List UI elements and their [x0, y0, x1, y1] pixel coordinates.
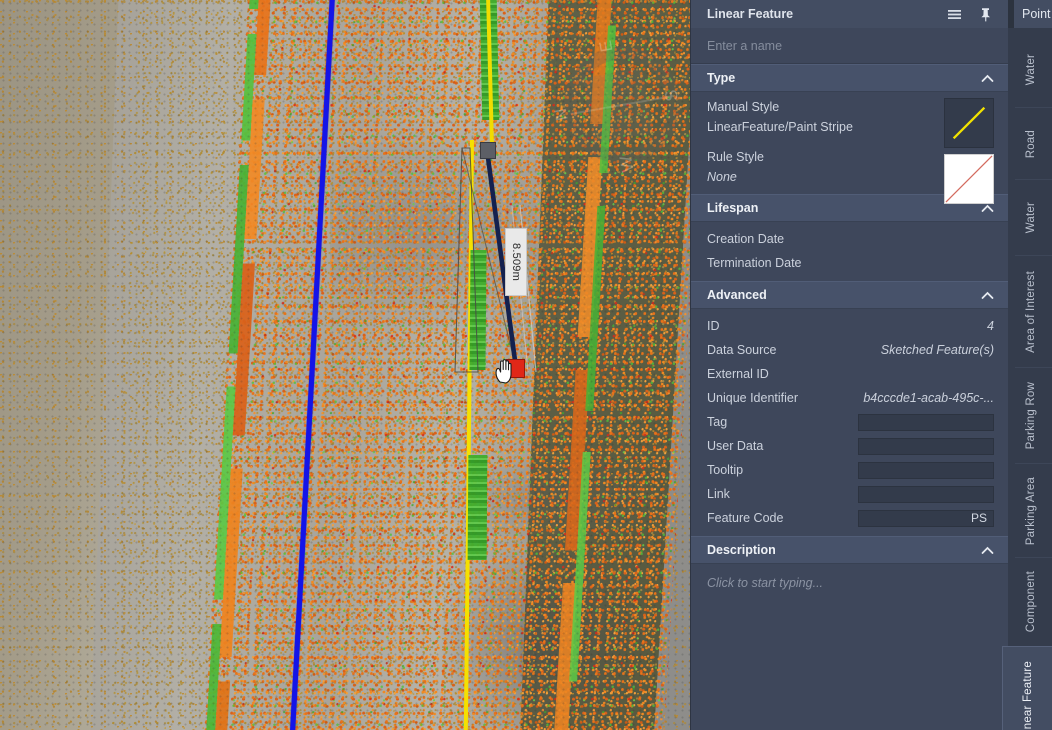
- manual-style-swatch[interactable]: [944, 98, 994, 148]
- property-label: Creation Date: [707, 232, 785, 246]
- point-cloud-map-viewport[interactable]: N S E W 8.509m: [0, 0, 690, 730]
- link-input[interactable]: [858, 485, 994, 503]
- section-header-advanced[interactable]: Advanced: [691, 281, 1008, 309]
- section-body-lifespan: Creation Date Termination Date: [691, 222, 1008, 281]
- application-window: N S E W 8.509m Linear Feature Enter a na…: [0, 0, 1052, 730]
- feature-type-tab-rail: Point Water Road Water Area of Interest: [1002, 0, 1052, 730]
- tab-area-of-interest[interactable]: Area of Interest: [1008, 256, 1052, 368]
- paint-stripe-preview-icon: [952, 106, 986, 140]
- property-value: Sketched Feature(s): [880, 343, 994, 357]
- section-body-advanced: ID 4 Data Source Sketched Feature(s) Ext…: [691, 309, 1008, 536]
- tab-water-1[interactable]: Water: [1008, 32, 1052, 108]
- tab-component[interactable]: Component: [1008, 558, 1052, 646]
- pushpin-icon[interactable]: [977, 6, 994, 23]
- section-title-lifespan: Lifespan: [707, 201, 759, 215]
- property-label: Tooltip: [707, 463, 744, 477]
- description-placeholder: Click to start typing...: [707, 576, 824, 590]
- tab-parking-area[interactable]: Parking Area: [1008, 464, 1052, 558]
- property-row-user-data[interactable]: User Data: [691, 434, 1008, 458]
- property-label: Feature Code: [707, 511, 784, 525]
- tab-label: Component: [1024, 571, 1037, 633]
- property-label: External ID: [707, 367, 769, 381]
- property-value: 4: [987, 319, 994, 333]
- property-row-id: ID 4: [691, 314, 1008, 338]
- tab-label: Water: [1024, 54, 1037, 86]
- tab-label: Parking Row: [1024, 382, 1037, 450]
- property-row-termination-date[interactable]: Termination Date: [691, 251, 1008, 275]
- tab-linear-feature[interactable]: Linear Feature: [1002, 646, 1052, 730]
- measurement-label: 8.509m: [505, 228, 527, 296]
- user-data-input[interactable]: [858, 437, 994, 455]
- tag-input[interactable]: [858, 413, 994, 431]
- property-value: b4cccde1-acab-495c-...: [863, 391, 994, 405]
- property-label: Termination Date: [707, 256, 802, 270]
- section-body-type: Manual Style LinearFeature/Paint Stripe …: [691, 92, 1008, 204]
- property-row-unique-identifier: Unique Identifier b4cccde1-acab-495c-...: [691, 386, 1008, 410]
- chevron-up-icon[interactable]: [981, 291, 994, 300]
- property-label: Data Source: [707, 343, 777, 357]
- feature-name-input[interactable]: [707, 38, 1008, 53]
- property-label: Tag: [707, 415, 728, 429]
- panel-title-label: Linear Feature: [707, 7, 794, 21]
- section-title-description: Description: [707, 543, 776, 557]
- property-label: Unique Identifier: [707, 391, 799, 405]
- tab-label: Linear Feature: [1021, 661, 1034, 730]
- hand-cursor-icon: [495, 359, 512, 384]
- property-row-tooltip[interactable]: Tooltip: [691, 458, 1008, 482]
- hamburger-menu-icon[interactable]: [946, 6, 963, 23]
- tooltip-input[interactable]: [858, 461, 994, 479]
- tab-parking-row[interactable]: Parking Row: [1008, 368, 1052, 464]
- property-row-link[interactable]: Link: [691, 482, 1008, 506]
- section-title-type: Type: [707, 71, 736, 85]
- section-header-description[interactable]: Description: [691, 536, 1008, 564]
- property-row-external-id: External ID: [691, 362, 1008, 386]
- tab-point[interactable]: Point: [1014, 0, 1052, 28]
- property-row-feature-code[interactable]: Feature Code PS: [691, 506, 1008, 530]
- tab-label: Road: [1024, 129, 1037, 159]
- section-title-advanced: Advanced: [707, 288, 767, 302]
- chevron-up-icon[interactable]: [981, 74, 994, 83]
- vertical-tab-list: Water Road Water Area of Interest Parkin…: [1002, 28, 1052, 730]
- line-start-vertex-handle[interactable]: [480, 142, 496, 159]
- chevron-up-icon[interactable]: [981, 546, 994, 555]
- construction-polygon: [454, 147, 479, 373]
- panel-active-tab[interactable]: Linear Feature: [691, 0, 841, 28]
- property-row-data-source: Data Source Sketched Feature(s): [691, 338, 1008, 362]
- property-label: Link: [707, 487, 730, 501]
- sketch-geometry-overlay[interactable]: [0, 0, 690, 730]
- rule-style-swatch[interactable]: [944, 154, 994, 204]
- tab-label: Parking Area: [1024, 476, 1037, 546]
- property-row-creation-date[interactable]: Creation Date: [691, 227, 1008, 251]
- tab-road[interactable]: Road: [1008, 108, 1052, 180]
- section-header-type[interactable]: Type: [691, 64, 1008, 92]
- tab-label: Area of Interest: [1024, 271, 1037, 353]
- tab-point-label: Point: [1022, 7, 1051, 21]
- measurement-value: 8.509m: [510, 243, 523, 281]
- property-row-tag[interactable]: Tag: [691, 410, 1008, 434]
- panel-icon-group: [936, 0, 1008, 28]
- property-label: User Data: [707, 439, 764, 453]
- panel-title-bar: Linear Feature: [691, 0, 1008, 28]
- feature-name-row[interactable]: [691, 28, 1008, 64]
- top-tab-strip: Point: [1008, 0, 1052, 28]
- panel-title-filler: [841, 0, 936, 28]
- property-label: ID: [707, 319, 720, 333]
- properties-panel: Linear Feature Type: [690, 0, 1008, 730]
- description-editor[interactable]: Click to start typing...: [691, 564, 1008, 730]
- no-rule-diagonal-icon: [945, 155, 993, 203]
- tab-water-2[interactable]: Water: [1008, 180, 1052, 256]
- tab-label: Water: [1024, 202, 1037, 234]
- feature-code-input[interactable]: PS: [858, 509, 994, 527]
